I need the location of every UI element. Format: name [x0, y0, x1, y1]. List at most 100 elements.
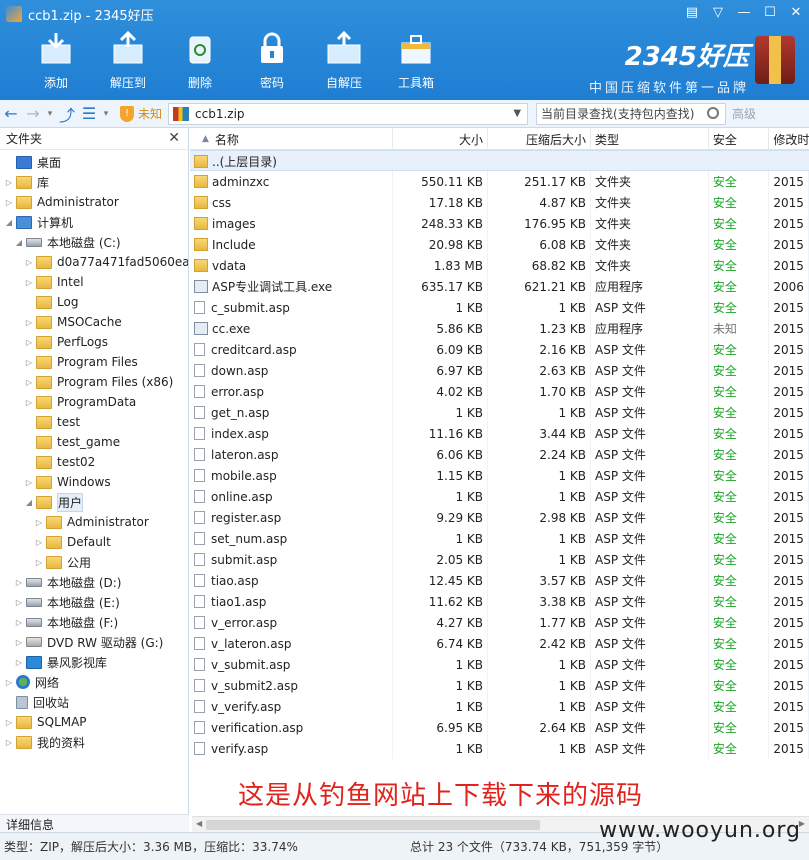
expand-arrow-icon[interactable]: ▷: [24, 258, 34, 267]
expand-arrow-icon[interactable]: ▷: [4, 718, 14, 727]
details-panel-header[interactable]: 详细信息: [0, 814, 189, 834]
file-row[interactable]: v_verify.asp 1 KB 1 KB ASP 文件 安全 2015: [190, 696, 809, 717]
tree-item[interactable]: ▷ 暴风影视库: [0, 652, 188, 672]
tree-item[interactable]: ▷ Program Files (x86): [0, 372, 188, 392]
search-icon[interactable]: [707, 106, 720, 119]
tree-item[interactable]: ◢ 计算机: [0, 212, 188, 232]
close-button[interactable]: ✕: [783, 0, 809, 24]
file-row[interactable]: down.asp 6.97 KB 2.63 KB ASP 文件 安全 2015: [190, 360, 809, 381]
file-row[interactable]: submit.asp 2.05 KB 1 KB ASP 文件 安全 2015: [190, 549, 809, 570]
tree-item[interactable]: ▷ 库: [0, 172, 188, 192]
parent-directory-row[interactable]: ..(上层目录): [190, 150, 809, 171]
expand-arrow-icon[interactable]: ▷: [24, 278, 34, 287]
file-row[interactable]: mobile.asp 1.15 KB 1 KB ASP 文件 安全 2015: [190, 465, 809, 486]
expand-arrow-icon[interactable]: ▷: [34, 518, 44, 527]
column-name[interactable]: ▲ 名称: [190, 128, 393, 150]
menu-icon[interactable]: ▽: [705, 0, 731, 24]
column-security[interactable]: 安全: [709, 128, 770, 150]
file-row[interactable]: images 248.33 KB 176.95 KB 文件夹 安全 2015: [190, 213, 809, 234]
search-input[interactable]: 当前目录查找(支持包内查找): [536, 102, 727, 125]
expand-arrow-icon[interactable]: ▷: [4, 738, 14, 747]
file-row[interactable]: get_n.asp 1 KB 1 KB ASP 文件 安全 2015: [190, 402, 809, 423]
file-row[interactable]: v_submit2.asp 1 KB 1 KB ASP 文件 安全 2015: [190, 675, 809, 696]
tree-item[interactable]: ▷ MSOCache: [0, 312, 188, 332]
column-modified[interactable]: 修改时: [769, 128, 809, 150]
file-row[interactable]: verify.asp 1 KB 1 KB ASP 文件 安全 2015: [190, 738, 809, 759]
expand-arrow-icon[interactable]: ▷: [14, 658, 24, 667]
maximize-button[interactable]: ☐: [757, 0, 783, 24]
delete-button[interactable]: 删除: [164, 30, 236, 91]
expand-arrow-icon[interactable]: ▷: [4, 198, 14, 207]
file-row[interactable]: error.asp 4.02 KB 1.70 KB ASP 文件 安全 2015: [190, 381, 809, 402]
close-icon[interactable]: ✕: [168, 130, 180, 146]
expand-arrow-icon[interactable]: ▷: [34, 558, 44, 567]
tree-item[interactable]: 回收站: [0, 692, 188, 712]
tree-item[interactable]: test_game: [0, 432, 188, 452]
path-dropdown-icon[interactable]: ▼: [513, 108, 521, 119]
tree-item[interactable]: test02: [0, 452, 188, 472]
expand-arrow-icon[interactable]: ◢: [24, 498, 34, 507]
expand-arrow-icon[interactable]: ▷: [24, 318, 34, 327]
tree-item[interactable]: ▷ 本地磁盘 (D:): [0, 572, 188, 592]
toolbox-button[interactable]: 工具箱: [380, 30, 452, 91]
expand-arrow-icon[interactable]: ◢: [14, 238, 24, 247]
file-row[interactable]: vdata 1.83 MB 68.82 KB 文件夹 安全 2015: [190, 255, 809, 276]
tree-item[interactable]: ▷ 公用: [0, 552, 188, 572]
view-mode-dropdown-icon[interactable]: ▾: [100, 103, 112, 125]
expand-arrow-icon[interactable]: ▷: [14, 638, 24, 647]
file-row[interactable]: index.asp 11.16 KB 3.44 KB ASP 文件 安全 2015: [190, 423, 809, 444]
file-row[interactable]: cc.exe 5.86 KB 1.23 KB 应用程序 未知 2015: [190, 318, 809, 339]
path-field[interactable]: ccb1.zip ▼: [168, 102, 529, 125]
file-row[interactable]: register.asp 9.29 KB 2.98 KB ASP 文件 安全 2015: [190, 507, 809, 528]
feedback-icon[interactable]: ▤: [679, 0, 705, 24]
expand-arrow-icon[interactable]: ▷: [14, 578, 24, 587]
tree-item[interactable]: Log: [0, 292, 188, 312]
expand-arrow-icon[interactable]: ▷: [34, 538, 44, 547]
expand-arrow-icon[interactable]: ▷: [24, 398, 34, 407]
column-packed-size[interactable]: 压缩后大小: [488, 128, 592, 150]
self-extract-button[interactable]: 自解压: [308, 30, 380, 91]
tree-item[interactable]: ▷ 我的资料: [0, 732, 188, 752]
file-row[interactable]: set_num.asp 1 KB 1 KB ASP 文件 安全 2015: [190, 528, 809, 549]
advanced-search-button[interactable]: 高级: [732, 105, 756, 122]
back-icon[interactable]: ←: [0, 103, 22, 125]
expand-arrow-icon[interactable]: ▷: [4, 178, 14, 187]
password-button[interactable]: 密码: [236, 30, 308, 91]
column-size[interactable]: 大小: [393, 128, 489, 150]
file-row[interactable]: v_submit.asp 1 KB 1 KB ASP 文件 安全 2015: [190, 654, 809, 675]
tree-item[interactable]: ▷ Administrator: [0, 512, 188, 532]
expand-arrow-icon[interactable]: ▷: [24, 478, 34, 487]
file-row[interactable]: tiao1.asp 11.62 KB 3.38 KB ASP 文件 安全 2015: [190, 591, 809, 612]
tree-item[interactable]: ▷ ProgramData: [0, 392, 188, 412]
tree-item[interactable]: ▷ 本地磁盘 (E:): [0, 592, 188, 612]
file-row[interactable]: tiao.asp 12.45 KB 3.57 KB ASP 文件 安全 2015: [190, 570, 809, 591]
file-row[interactable]: verification.asp 6.95 KB 2.64 KB ASP 文件 安全 20…: [190, 717, 809, 738]
tree-item[interactable]: ▷ 网络: [0, 672, 188, 692]
expand-arrow-icon[interactable]: ▷: [4, 678, 14, 687]
tree-item[interactable]: ◢ 用户: [0, 492, 188, 512]
file-row[interactable]: v_lateron.asp 6.74 KB 2.42 KB ASP 文件 安全 2015: [190, 633, 809, 654]
expand-arrow-icon[interactable]: ▷: [14, 598, 24, 607]
file-row[interactable]: ASP专业调试工具.exe 635.17 KB 621.21 KB 应用程序 安全 200…: [190, 276, 809, 297]
column-type[interactable]: 类型: [591, 128, 709, 150]
security-status[interactable]: ! 未知: [120, 105, 162, 122]
file-row[interactable]: online.asp 1 KB 1 KB ASP 文件 安全 2015: [190, 486, 809, 507]
minimize-button[interactable]: —: [731, 0, 757, 24]
file-row[interactable]: Include 20.98 KB 6.08 KB 文件夹 安全 2015: [190, 234, 809, 255]
tree-item[interactable]: ▷ Default: [0, 532, 188, 552]
file-row[interactable]: v_error.asp 4.27 KB 1.77 KB ASP 文件 安全 2015: [190, 612, 809, 633]
expand-arrow-icon[interactable]: ▷: [24, 358, 34, 367]
expand-arrow-icon[interactable]: ▷: [24, 338, 34, 347]
file-row[interactable]: c_submit.asp 1 KB 1 KB ASP 文件 安全 2015: [190, 297, 809, 318]
tree-item[interactable]: ▷ d0a77a471fad5060ea: [0, 252, 188, 272]
expand-arrow-icon[interactable]: ▷: [14, 618, 24, 627]
expand-arrow-icon[interactable]: ◢: [4, 218, 14, 227]
tree-item[interactable]: ▷ PerfLogs: [0, 332, 188, 352]
up-folder-icon[interactable]: ⤴: [56, 103, 78, 125]
expand-arrow-icon[interactable]: ▷: [24, 378, 34, 387]
forward-dropdown-icon[interactable]: ▾: [44, 103, 56, 125]
extract-to-button[interactable]: 解压到: [92, 30, 164, 91]
add-button[interactable]: 添加: [20, 30, 92, 91]
file-row[interactable]: css 17.18 KB 4.87 KB 文件夹 安全 2015: [190, 192, 809, 213]
tree-item[interactable]: ◢ 本地磁盘 (C:): [0, 232, 188, 252]
